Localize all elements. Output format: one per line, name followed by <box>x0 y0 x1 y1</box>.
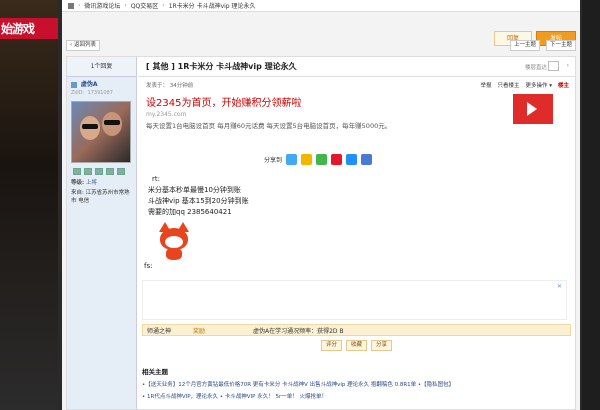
jump-arrow-icon[interactable]: › <box>567 62 569 69</box>
post-body: rt: 米分基本秒单最慢10分钟到账 斗战神vip 基本15到20分钟到账 需要… <box>138 174 575 218</box>
thread-title: [ 其他 ] 1R卡米分 卡斗战神vip 理论永久 <box>146 62 297 71</box>
avatar-sunglasses <box>82 124 98 129</box>
tencent-share-icon[interactable] <box>361 153 373 165</box>
author-info: 虚伪A ZilID：17391087 <box>67 77 136 98</box>
fox-emoticon <box>156 222 192 260</box>
post-content: [ 其他 ] 1R卡米分 卡斗战神vip 理论永久 楼层直达 › 发表于： 34… <box>138 57 575 409</box>
ad-description: 每天设置1台电脑设首页 每月赚60元话费 每天设置5台电脑设首页，每年赚5000… <box>146 122 392 130</box>
avatar-sunglasses <box>104 120 120 125</box>
left-banner-text: 始游戏 <box>0 18 58 39</box>
ad-close-icon[interactable]: ✕ <box>557 283 562 290</box>
post-meta-actions: 举报 只看楼主 更多操作 ▾ 楼主 <box>480 81 569 89</box>
online-status-icon <box>71 81 77 88</box>
rating-row: 师通之神 奖励 虚伪A在学习通况频率：获得2D B <box>142 324 571 336</box>
home-icon[interactable] <box>68 2 74 9</box>
author-name[interactable]: 虚伪A <box>81 81 98 88</box>
previous-thread-button[interactable]: 上一主题 <box>509 40 540 51</box>
post-actions: 评分 收藏 分享 <box>138 340 575 352</box>
report-link[interactable]: 举报 <box>480 81 491 89</box>
author-uid: ZilID：17391087 <box>71 90 113 96</box>
ad-url: my.2345.com <box>146 111 187 118</box>
thread-nav: ‹ 返回列表 上一主题 下一主题 <box>66 40 576 52</box>
post-line: 需要的加qq 2385640421 <box>148 208 232 216</box>
rating-user: 师通之神 <box>147 327 172 335</box>
only-owner-link[interactable]: 只看楼主 <box>497 81 519 89</box>
breadcrumb: › 微讯游戏论坛 › QQ交易区 › 1R卡米分 卡斗战神vip 理论永久 <box>62 0 580 12</box>
thread-container: 1个回复 虚伪A ZilID：17391087 等级: 上将 来自: 江苏省苏州… <box>66 56 576 410</box>
rating-reason: 虚伪A在学习通况频率：获得2D B <box>253 327 344 335</box>
author-location: 来自: 江苏省苏州市常熟市 电信 <box>67 187 136 205</box>
jump-to-floor-input[interactable] <box>548 61 559 71</box>
back-to-list-button[interactable]: ‹ 返回列表 <box>66 40 100 51</box>
thread-title-row: [ 其他 ] 1R卡米分 卡斗战神vip 理论永久 <box>138 57 575 77</box>
post-line: 斗战神vip 基本15到20分钟到账 <box>148 197 249 205</box>
share-button[interactable]: 分享 <box>371 340 393 351</box>
breadcrumb-separator: › <box>78 2 81 9</box>
post-line: 米分基本秒单最慢10分钟到账 <box>148 186 241 194</box>
add-friend-icon[interactable] <box>84 168 92 175</box>
share-bar: 分享到 <box>138 152 575 166</box>
related-thread-row[interactable]: • 1R代点斗战神VIP，理论永久 • 卡斗战神VIP 永久！ 5r一单！ 火爆… <box>138 392 575 400</box>
star-share-icon[interactable] <box>346 153 358 165</box>
rate-button[interactable]: 评分 <box>320 340 342 351</box>
posts-icon[interactable] <box>106 168 114 175</box>
share-label: 分享到 <box>264 156 283 164</box>
post-line: rt: <box>152 175 160 183</box>
more-actions-link[interactable]: 更多操作 ▾ <box>525 81 552 89</box>
post-meta: 发表于： 34分钟前 举报 只看楼主 更多操作 ▾ 楼主 <box>138 77 575 92</box>
ad-block-2[interactable]: ✕ <box>142 280 567 320</box>
left-ad-banner[interactable]: 始游戏 <box>0 0 58 410</box>
author-sidebar: 1个回复 虚伪A ZilID：17391087 等级: 上将 来自: 江苏省苏州… <box>67 57 137 409</box>
message-icon[interactable] <box>73 168 81 175</box>
reply-count: 1个回复 <box>67 57 136 77</box>
qzone-share-icon[interactable] <box>301 153 313 165</box>
jump-to-floor-label: 楼层直达 <box>524 65 547 71</box>
right-ad-banner <box>582 0 600 410</box>
post-signoff: fs: <box>144 262 153 270</box>
next-thread-button[interactable]: 下一主题 <box>545 40 576 51</box>
author-level: 等级: 上将 <box>67 177 136 187</box>
forum-page: › 微讯游戏论坛 › QQ交易区 › 1R卡米分 卡斗战神vip 理论永久 回复… <box>62 0 580 410</box>
breadcrumb-thread[interactable]: 1R卡米分 卡斗战神vip 理论永久 <box>169 1 256 10</box>
favorite-button[interactable]: 收藏 <box>345 340 367 351</box>
related-thread-row[interactable]: •【送天业务】12个月官方黄钻最低价格70R 更有卡米分 卡斗战神V 出售斗战神… <box>138 380 575 388</box>
floor-label: 楼主 <box>557 83 569 89</box>
qq-share-icon[interactable] <box>286 153 298 165</box>
rating-reward: 奖励 <box>193 327 206 335</box>
action-bar: 回复 发帖 <box>62 12 580 46</box>
breadcrumb-separator: › <box>162 2 165 9</box>
ad-title[interactable]: 设2345为首页，开始赚积分领薪啦 <box>146 94 567 109</box>
related-threads-title: 相关主题 <box>142 368 168 376</box>
level-value[interactable]: 上将 <box>86 180 97 186</box>
avatar[interactable] <box>71 101 131 163</box>
breadcrumb-site[interactable]: 微讯游戏论坛 <box>84 1 120 10</box>
profile-icon[interactable] <box>95 168 103 175</box>
post-time: 发表于： 34分钟前 <box>146 83 194 89</box>
level-label: 等级: <box>71 180 85 186</box>
location-label: 来自: <box>71 190 84 196</box>
ad-arrow-icon[interactable] <box>513 94 553 124</box>
author-action-icons <box>67 166 136 177</box>
ad-block[interactable]: 设2345为首页，开始赚积分领薪啦 my.2345.com 每天设置1台电脑设首… <box>138 94 575 142</box>
weibo-share-icon[interactable] <box>331 153 343 165</box>
breadcrumb-forum[interactable]: QQ交易区 <box>131 1 158 10</box>
qq-icon[interactable] <box>117 168 125 175</box>
breadcrumb-separator: › <box>124 2 127 9</box>
wechat-share-icon[interactable] <box>316 153 328 165</box>
